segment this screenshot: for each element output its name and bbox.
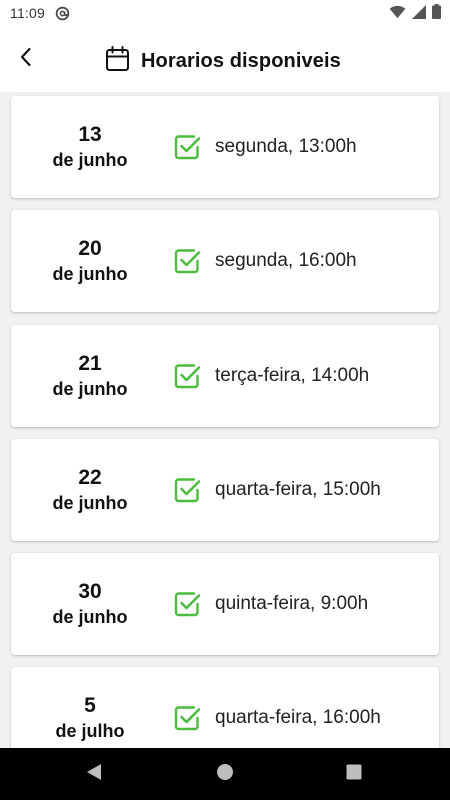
battery-icon (432, 4, 441, 22)
home-circle-icon (216, 763, 234, 786)
slot-day: 13 (78, 123, 102, 146)
status-icons (389, 4, 441, 22)
slot-date: 13 de junho (11, 96, 169, 198)
recents-square-icon (346, 764, 362, 785)
status-time: 11:09 (10, 5, 45, 21)
slot-day: 21 (78, 352, 102, 375)
back-triangle-icon (86, 763, 102, 786)
checkbox-checked-icon (172, 703, 202, 733)
slot-month: de julho (55, 721, 125, 741)
chevron-left-icon (19, 47, 33, 72)
slot-date: 22 de junho (11, 439, 169, 541)
slot-list: 13 de junho segunda, 13:00h 20 de junho … (0, 92, 450, 748)
slot-info: quarta-feira, 16:00h (172, 667, 381, 748)
slot-card[interactable]: 22 de junho quarta-feira, 15:00h (11, 439, 439, 541)
slot-month: de junho (52, 150, 128, 170)
calendar-icon (105, 46, 130, 77)
slot-day: 5 (84, 694, 96, 717)
slot-label: quarta-feira, 16:00h (215, 707, 381, 728)
checkbox-checked-icon (172, 361, 202, 391)
slot-day: 30 (78, 580, 102, 603)
slot-date: 30 de junho (11, 553, 169, 655)
slot-label: segunda, 13:00h (215, 136, 357, 157)
slot-label: quinta-feira, 9:00h (215, 593, 369, 614)
slot-card[interactable]: 21 de junho terça-feira, 14:00h (11, 325, 439, 427)
nav-home-button[interactable] (211, 760, 239, 788)
navigation-bar (0, 748, 450, 800)
slot-info: terça-feira, 14:00h (172, 325, 369, 427)
checkbox-checked-icon (172, 475, 202, 505)
back-button[interactable] (12, 44, 40, 74)
slot-card[interactable]: 30 de junho quinta-feira, 9:00h (11, 553, 439, 655)
slot-info: quarta-feira, 15:00h (172, 439, 381, 541)
slot-month: de junho (52, 607, 128, 627)
checkbox-checked-icon (172, 132, 202, 162)
slot-date: 20 de junho (11, 210, 169, 312)
slot-day: 20 (78, 237, 102, 260)
status-bar: 11:09 (0, 0, 450, 26)
slot-card[interactable]: 20 de junho segunda, 16:00h (11, 210, 439, 312)
slot-card[interactable]: 5 de julho quarta-feira, 16:00h (11, 667, 439, 748)
slot-info: segunda, 16:00h (172, 210, 357, 312)
app-header: Horarios disponiveis (0, 26, 450, 92)
slot-label: terça-feira, 14:00h (215, 365, 370, 386)
slot-card[interactable]: 13 de junho segunda, 13:00h (11, 96, 439, 198)
checkbox-checked-icon (172, 589, 202, 619)
slot-date: 5 de julho (11, 667, 169, 748)
slot-label: segunda, 16:00h (215, 250, 357, 271)
page-title: Horarios disponiveis (141, 50, 341, 72)
slot-info: quinta-feira, 9:00h (172, 553, 368, 655)
nav-recents-button[interactable] (340, 760, 368, 788)
at-sign-notification-icon (55, 6, 70, 21)
checkbox-checked-icon (172, 246, 202, 276)
title-wrap: Horarios disponiveis (105, 46, 341, 77)
slot-month: de junho (52, 264, 128, 284)
slot-month: de junho (52, 379, 128, 399)
slot-day: 22 (78, 466, 102, 489)
slot-month: de junho (52, 493, 128, 513)
slot-date: 21 de junho (11, 325, 169, 427)
nav-back-button[interactable] (80, 760, 108, 788)
cellular-signal-icon (412, 4, 426, 22)
slot-label: quarta-feira, 15:00h (215, 479, 381, 500)
slot-info: segunda, 13:00h (172, 96, 357, 198)
wifi-icon (389, 5, 406, 22)
